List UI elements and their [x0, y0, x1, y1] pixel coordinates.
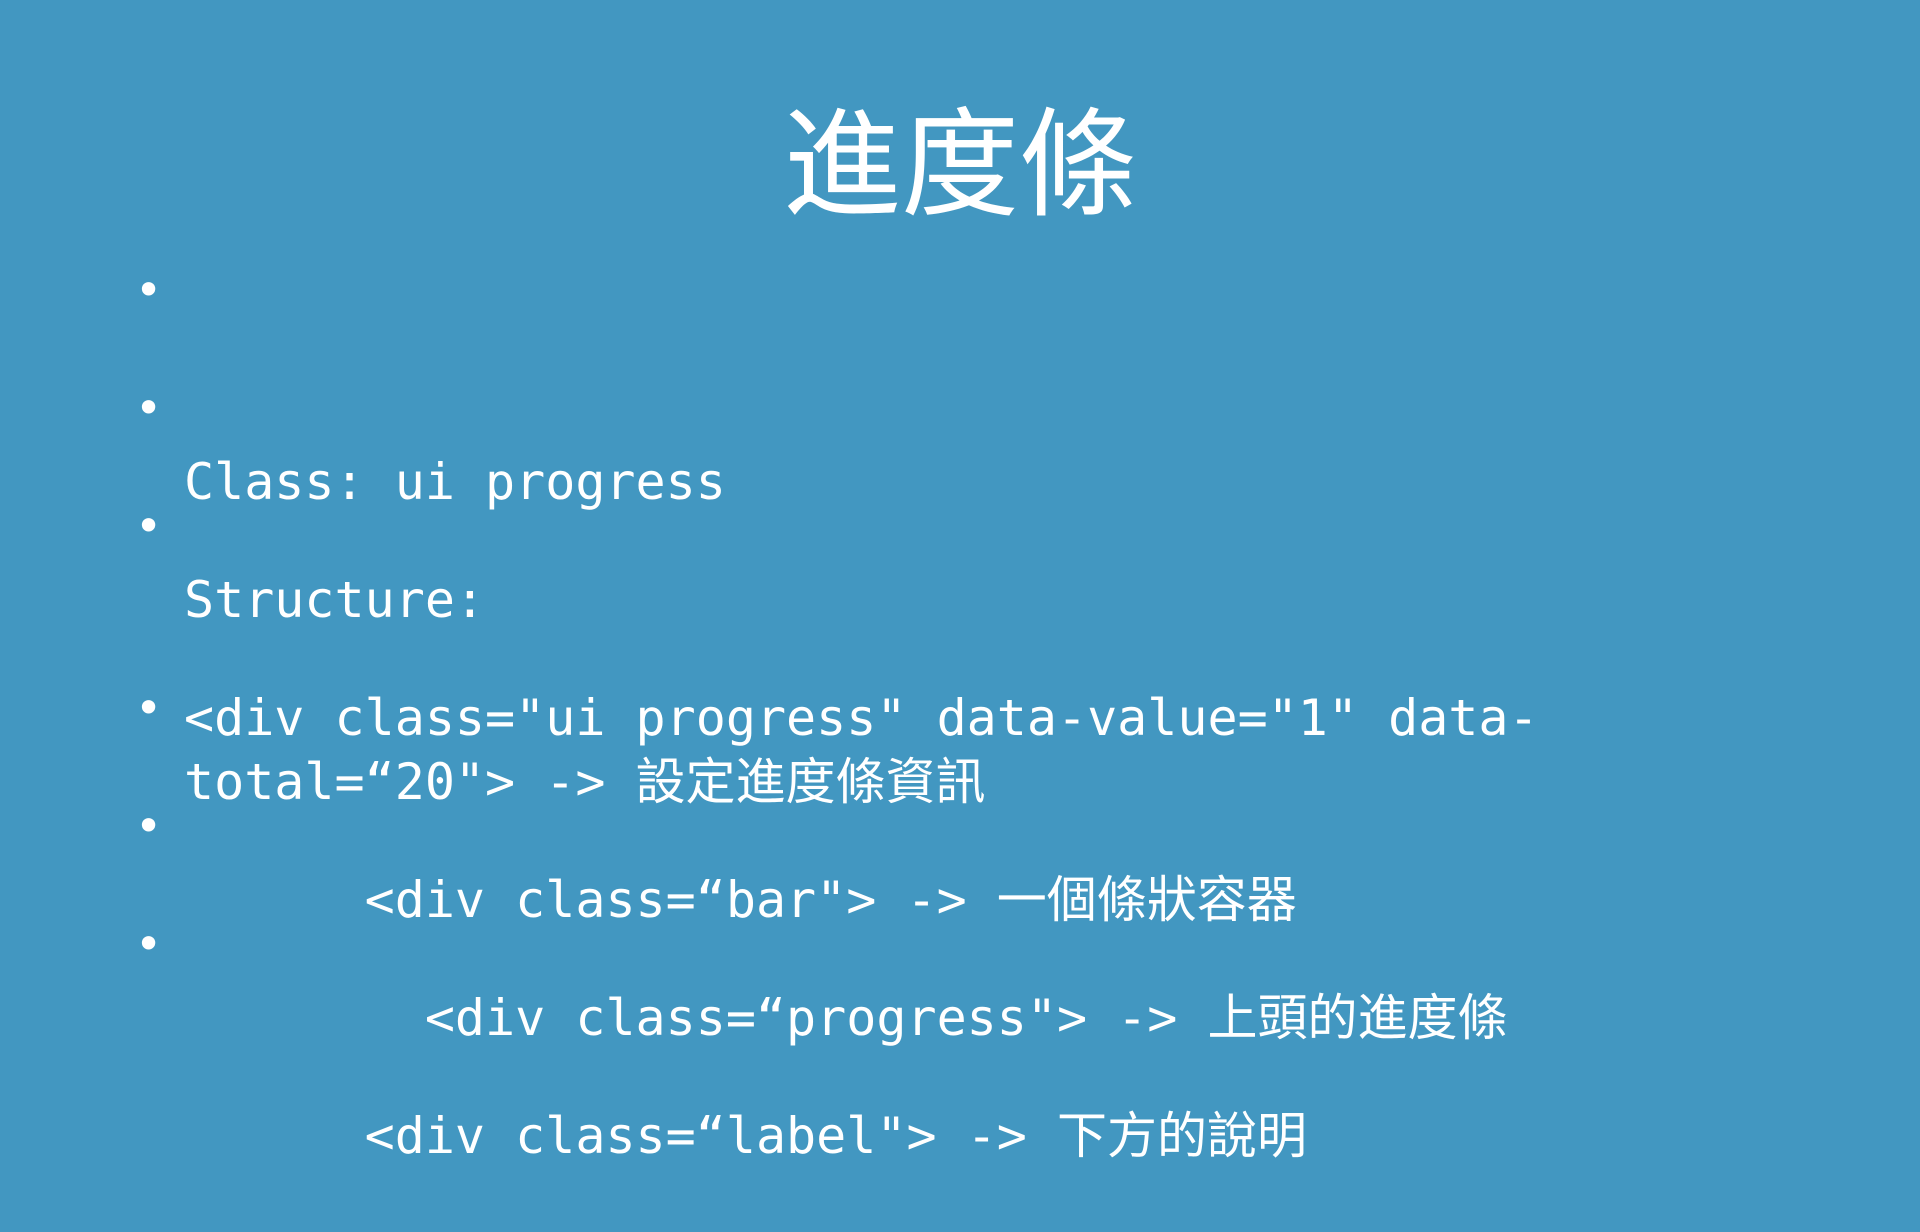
bullet-marker: •	[135, 799, 163, 853]
bullet-marker: •	[135, 681, 163, 735]
bullet-item-label-div: • <div class=“label"> -> 下方的說明	[135, 912, 1755, 1232]
bullet-marker: •	[135, 499, 163, 553]
bullet-marker: •	[135, 381, 163, 435]
bullet-marker: •	[135, 263, 163, 317]
bullet-text: <div class=“label"> -> 下方的說明	[184, 1107, 1307, 1165]
slide-title: 進度條	[782, 96, 1137, 234]
bullet-marker: •	[135, 917, 163, 971]
